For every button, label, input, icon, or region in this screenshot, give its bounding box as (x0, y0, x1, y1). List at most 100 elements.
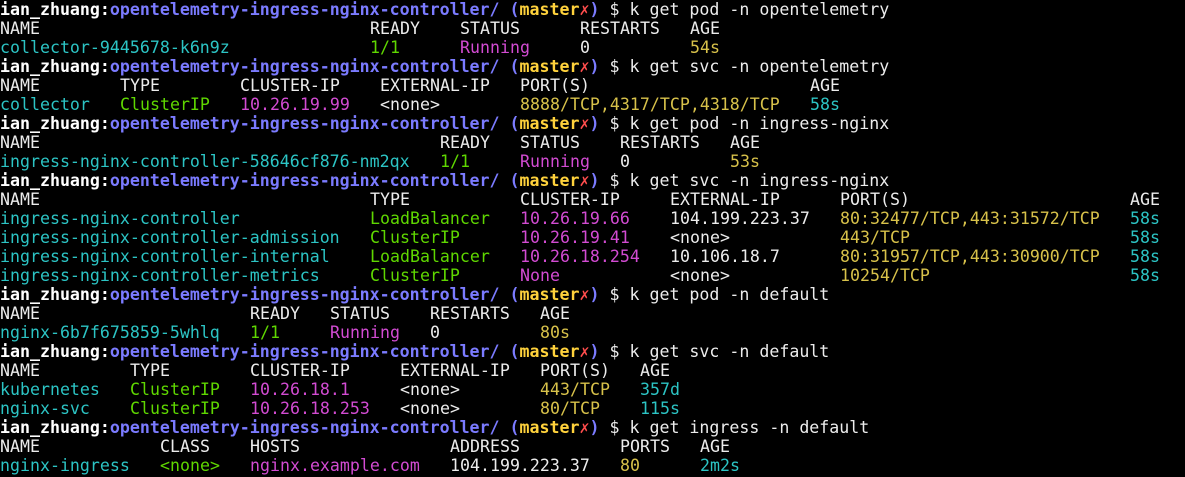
table-cell: ingress-nginx-controller-metrics (0, 266, 320, 285)
table-cell: 80:32477/TCP,443:31572/TCP (840, 209, 1100, 228)
table-cell: nginx.example.com (250, 456, 420, 475)
table-cell: <none> (670, 266, 730, 285)
table-cell: None (520, 266, 560, 285)
command-text: k get pod -n default (629, 285, 830, 304)
prompt-paren-open: ( (509, 342, 520, 361)
column-header: PORT(S) (840, 190, 910, 209)
prompt-dollar: $ (609, 285, 620, 304)
column-header: TYPE (120, 76, 160, 95)
table-header: NAME TYPE CLUSTER-IP EXTERNAL-IP PORT(S) AGE (0, 76, 1185, 95)
prompt-paren-open: ( (509, 285, 520, 304)
table-cell: Running (330, 323, 400, 342)
column-header: READY (370, 19, 420, 38)
prompt-path: opentelemetry-ingress-nginx-controller/ (109, 418, 500, 437)
prompt-path: opentelemetry-ingress-nginx-controller/ (109, 114, 500, 133)
table-row[interactable]: collector-9445678-k6n9z 1/1 Running 0 54s (0, 38, 1185, 57)
prompt-paren-open: ( (509, 418, 520, 437)
table-cell: 58s (1130, 209, 1160, 228)
table-cell: ClusterIP (370, 266, 460, 285)
table-cell: 0 (430, 323, 440, 342)
prompt-paren-open: ( (509, 114, 520, 133)
table-cell: nginx-ingress (0, 456, 130, 475)
prompt-path: opentelemetry-ingress-nginx-controller/ (109, 0, 500, 19)
table-header: NAME TYPE CLUSTER-IP EXTERNAL-IP PORT(S) AGE (0, 190, 1185, 209)
prompt-path: opentelemetry-ingress-nginx-controller/ (109, 342, 500, 361)
table-row[interactable]: collector ClusterIP 10.26.19.99 <none> 8888/… (0, 95, 1185, 114)
table-cell: 115s (640, 399, 680, 418)
table-cell: Running (460, 38, 530, 57)
prompt-user: ian_zhuang (0, 57, 100, 76)
table-cell: 80/TCP (540, 399, 600, 418)
prompt-paren-close: ) (589, 285, 600, 304)
column-header: EXTERNAL-IP (400, 361, 510, 380)
table-cell: 0 (580, 38, 590, 57)
prompt-user: ian_zhuang (0, 0, 100, 19)
table-cell: 443/TCP (840, 228, 910, 247)
table-cell: 1/1 (250, 323, 280, 342)
table-cell: 58s (1130, 228, 1160, 247)
prompt-paren-close: ) (589, 57, 600, 76)
prompt-path: opentelemetry-ingress-nginx-controller/ (109, 57, 500, 76)
table-row[interactable]: nginx-ingress <none> nginx.example.com 104.… (0, 456, 1185, 475)
command-text: k get pod -n ingress-nginx (629, 114, 890, 133)
prompt-paren-open: ( (509, 171, 520, 190)
column-header: CLASS (160, 437, 210, 456)
column-header: READY (440, 133, 490, 152)
column-header: NAME (0, 361, 40, 380)
table-row[interactable]: ingress-nginx-controller-metrics ClusterI… (0, 266, 1185, 285)
table-cell: 1/1 (440, 152, 470, 171)
prompt-user: ian_zhuang (0, 171, 100, 190)
table-row[interactable]: nginx-svc ClusterIP 10.26.18.253 <none> 80/T… (0, 399, 1185, 418)
column-header: STATUS (330, 304, 390, 323)
table-header: NAME TYPE CLUSTER-IP EXTERNAL-IP PORT(S) AGE (0, 361, 1185, 380)
table-row[interactable]: ingress-nginx-controller-58646cf876-nm2q… (0, 152, 1185, 171)
column-header: AGE (730, 133, 760, 152)
column-header: AGE (700, 437, 730, 456)
terminal-window[interactable]: ian_zhuang:opentelemetry-ingress-nginx-c… (0, 0, 1185, 477)
table-row[interactable]: ingress-nginx-controller LoadBalancer 10.2… (0, 209, 1185, 228)
table-cell: 10.26.18.1 (250, 380, 350, 399)
table-cell: ClusterIP (130, 399, 220, 418)
column-header: AGE (810, 76, 840, 95)
prompt-line: ian_zhuang:opentelemetry-ingress-nginx-c… (0, 342, 1185, 361)
table-cell: 104.199.223.37 (670, 209, 810, 228)
column-header: AGE (1130, 190, 1160, 209)
table-cell: <none> (160, 456, 220, 475)
table-row[interactable]: kubernetes ClusterIP 10.26.18.1 <none> 443/T… (0, 380, 1185, 399)
table-row[interactable]: ingress-nginx-controller-admission Cluste… (0, 228, 1185, 247)
prompt-paren-open: ( (509, 0, 520, 19)
column-header: EXTERNAL-IP (670, 190, 780, 209)
git-dirty-icon: ✗ (579, 342, 590, 361)
table-header: NAME CLASS HOSTS ADDRESS PORTS AGE (0, 437, 1185, 456)
git-dirty-icon: ✗ (579, 114, 590, 133)
prompt-dollar: $ (609, 0, 620, 19)
table-row[interactable]: ingress-nginx-controller-internal LoadBal… (0, 247, 1185, 266)
table-cell: ingress-nginx-controller-58646cf876-nm2q… (0, 152, 410, 171)
prompt-line: ian_zhuang:opentelemetry-ingress-nginx-c… (0, 171, 1185, 190)
table-row[interactable]: nginx-6b7f675859-5whlq 1/1 Running 0 80s (0, 323, 1185, 342)
column-header: ADDRESS (450, 437, 520, 456)
prompt-separator: : (99, 418, 110, 437)
prompt-line: ian_zhuang:opentelemetry-ingress-nginx-c… (0, 418, 1185, 437)
prompt-separator: : (99, 342, 110, 361)
table-cell: 80 (620, 456, 640, 475)
git-dirty-icon: ✗ (579, 57, 590, 76)
table-cell: 10.26.19.66 (520, 209, 630, 228)
table-cell: 54s (690, 38, 720, 57)
table-cell: Running (520, 152, 590, 171)
command-text: k get pod -n opentelemetry (629, 0, 890, 19)
prompt-line: ian_zhuang:opentelemetry-ingress-nginx-c… (0, 57, 1185, 76)
